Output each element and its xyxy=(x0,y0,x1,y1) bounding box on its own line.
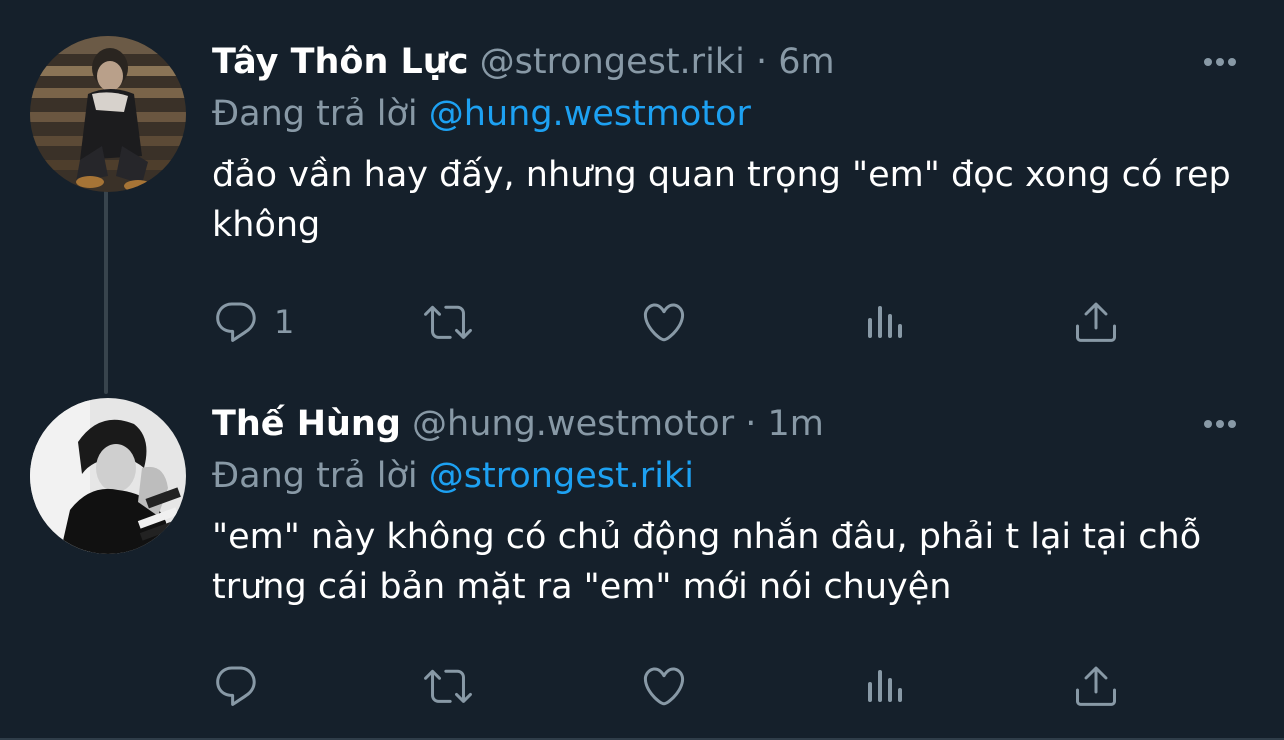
retweet-button[interactable] xyxy=(424,292,472,352)
replying-to: Đang trả lời @hung.westmotor xyxy=(212,88,1244,140)
tweet-content: Tây Thôn Lực @strongest.riki · 6m Đang t… xyxy=(212,36,1244,250)
more-dot xyxy=(1228,58,1236,66)
retweet-icon xyxy=(424,305,472,339)
more-options-button[interactable] xyxy=(1196,38,1244,86)
display-name[interactable]: Tây Thôn Lực xyxy=(212,42,469,82)
replying-to: Đang trả lời @strongest.riki xyxy=(212,450,1244,502)
user-handle[interactable]: @hung.westmotor xyxy=(412,404,734,444)
reply-button[interactable] xyxy=(212,656,274,716)
avatar[interactable] xyxy=(30,36,186,192)
share-upload-icon xyxy=(1076,302,1116,342)
separator-dot: · xyxy=(755,42,768,82)
analytics-button[interactable] xyxy=(860,656,908,716)
tweet[interactable]: Thế Hùng @hung.westmotor · 1m Đang trả l… xyxy=(0,370,1284,732)
avatar-photo-dark xyxy=(30,36,186,192)
timestamp[interactable]: 1m xyxy=(768,404,824,444)
reply-bubble-icon xyxy=(216,666,256,706)
tweet-actions xyxy=(212,656,1212,716)
tweet[interactable]: Tây Thôn Lực @strongest.riki · 6m Đang t… xyxy=(0,0,1284,370)
reply-mention-link[interactable]: @strongest.riki xyxy=(429,456,694,496)
tweet-text: "em" này không có chủ động nhắn đâu, phả… xyxy=(212,517,1202,607)
more-options-button[interactable] xyxy=(1196,400,1244,448)
analytics-bars-icon xyxy=(868,306,902,338)
heart-icon xyxy=(643,303,685,342)
analytics-button[interactable] xyxy=(860,292,908,352)
retweet-button[interactable] xyxy=(424,656,472,716)
more-dot xyxy=(1216,420,1224,428)
tweet-text: đảo vần hay đấy, nhưng quan trọng "em" đ… xyxy=(212,155,1231,245)
retweet-icon xyxy=(424,669,472,703)
share-upload-icon xyxy=(1076,666,1116,706)
tweet-thread: Tây Thôn Lực @strongest.riki · 6m Đang t… xyxy=(0,0,1284,740)
display-name[interactable]: Thế Hùng xyxy=(212,404,401,444)
analytics-bars-icon xyxy=(868,670,902,702)
more-horizontal-icon xyxy=(1204,420,1212,428)
avatar[interactable] xyxy=(30,398,186,554)
avatar-photo-grayscale xyxy=(30,398,186,554)
reply-mention-link[interactable]: @hung.westmotor xyxy=(429,94,751,134)
replying-to-label: Đang trả lời xyxy=(212,94,418,134)
tweet-header: Thế Hùng @hung.westmotor · 1m xyxy=(212,398,1244,450)
separator-dot: · xyxy=(745,404,757,444)
replying-to-label: Đang trả lời xyxy=(212,456,418,496)
share-button[interactable] xyxy=(1072,656,1120,716)
heart-icon xyxy=(643,667,685,706)
tweet-header: Tây Thôn Lực @strongest.riki · 6m xyxy=(212,36,1244,88)
share-button[interactable] xyxy=(1072,292,1120,352)
like-button[interactable] xyxy=(640,292,688,352)
like-button[interactable] xyxy=(640,656,688,716)
tweet-actions: 1 xyxy=(212,292,1212,352)
more-dot xyxy=(1216,58,1224,66)
tweet-content: Thế Hùng @hung.westmotor · 1m Đang trả l… xyxy=(212,398,1244,612)
reply-button[interactable]: 1 xyxy=(212,292,294,352)
more-dot xyxy=(1228,420,1236,428)
reply-bubble-icon xyxy=(216,302,256,342)
timestamp[interactable]: 6m xyxy=(778,42,834,82)
user-handle[interactable]: @strongest.riki xyxy=(480,42,745,82)
reply-count: 1 xyxy=(274,303,295,341)
more-horizontal-icon xyxy=(1204,58,1212,66)
